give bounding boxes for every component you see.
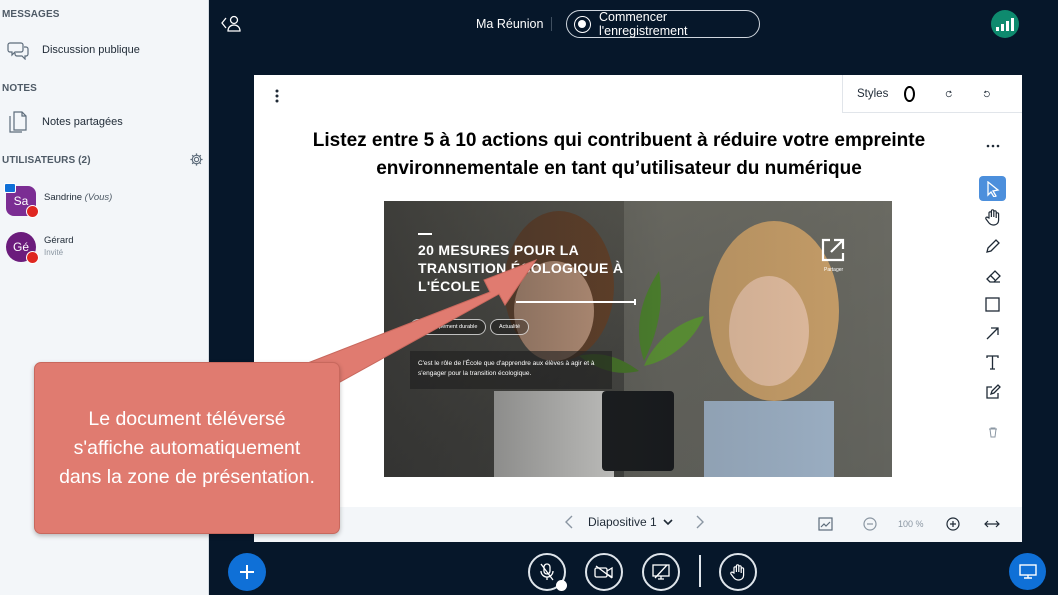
pan-tool[interactable] — [979, 205, 1006, 230]
gear-icon[interactable] — [189, 152, 204, 167]
record-icon — [574, 15, 591, 33]
presentation-icon — [1018, 563, 1037, 579]
rectangle-tool[interactable] — [979, 292, 1006, 317]
user-list-item[interactable]: Sa Sandrine (Vous) — [0, 183, 208, 221]
user-role: Invité — [44, 248, 64, 257]
presenter-icon — [4, 183, 16, 193]
undo-icon[interactable] — [983, 87, 991, 101]
pointer-icon — [986, 180, 999, 197]
divider — [699, 555, 701, 587]
decor-line — [516, 301, 636, 303]
pencil-icon — [986, 239, 1000, 253]
divider — [551, 17, 552, 31]
eraser-icon — [985, 269, 1001, 283]
plus-icon — [240, 565, 254, 579]
muted-mic-icon — [26, 251, 39, 264]
trash-icon[interactable] — [988, 427, 998, 438]
options-menu-icon[interactable] — [272, 87, 282, 105]
share-screen-button[interactable] — [642, 553, 680, 591]
record-label: Commencer l'enregistrement — [598, 10, 688, 38]
more-tools-icon[interactable] — [986, 144, 1000, 148]
tag-pill: Développement durable — [410, 319, 487, 335]
muted-mic-icon — [26, 205, 39, 218]
audio-options-icon[interactable] — [556, 580, 567, 591]
unmute-button[interactable] — [528, 553, 567, 591]
mic-muted-icon — [540, 563, 554, 581]
redo-icon[interactable] — [945, 87, 953, 101]
zoom-out-icon[interactable] — [863, 517, 877, 531]
start-recording-button[interactable]: Commencer l'enregistrement — [566, 10, 760, 38]
next-slide-icon[interactable] — [695, 515, 705, 529]
hand-icon — [984, 209, 999, 226]
pencil-tool[interactable] — [979, 234, 1006, 259]
notes-section-title: NOTES — [2, 83, 37, 94]
presentation-toggle-button[interactable] — [1009, 553, 1046, 590]
share-label: Partager — [824, 267, 844, 273]
shared-notes-label: Notes partagées — [42, 116, 123, 128]
user-name: Sandrine (Vous) — [44, 192, 113, 203]
slide-navigation: Diapositive 1 — [564, 515, 705, 529]
meeting-title: Ma Réunion — [476, 17, 544, 31]
share-webcam-button[interactable] — [585, 553, 623, 591]
arrow-icon — [986, 327, 999, 340]
fit-slide-icon[interactable] — [818, 517, 833, 531]
tag-pill: Actualité — [490, 319, 530, 335]
slide-image: 20 MESURES POUR LA TRANSITION ÉCOLOGIQUE… — [384, 201, 892, 477]
connection-status-icon[interactable] — [991, 10, 1019, 38]
image-description: C'est le rôle de l'École que d'apprendre… — [410, 351, 612, 389]
actions-button[interactable] — [228, 553, 266, 591]
hand-icon — [730, 563, 745, 581]
sidebar-item-shared-notes[interactable]: Notes partagées — [0, 104, 208, 140]
users-section-title: UTILISATEURS (2) — [2, 155, 91, 166]
user-list-toggle-icon[interactable] — [221, 14, 243, 32]
image-title: 20 MESURES POUR LA TRANSITION ÉCOLOGIQUE… — [418, 242, 624, 294]
fit-width-icon[interactable] — [984, 519, 1000, 529]
slide-select[interactable]: Diapositive 1 — [588, 515, 657, 529]
slide-title: Listez entre 5 à 10 actions qui contribu… — [312, 130, 926, 179]
user-list-item[interactable]: Gé Gérard Invité — [0, 229, 208, 267]
share-icon — [821, 238, 845, 262]
styles-button[interactable]: Styles — [857, 88, 888, 100]
sidebar-item-public-chat[interactable]: Discussion publique — [0, 32, 208, 68]
eraser-tool[interactable] — [979, 263, 1006, 288]
decor-line — [418, 233, 432, 235]
public-chat-label: Discussion publique — [42, 44, 140, 56]
note-tool[interactable] — [979, 379, 1006, 404]
raise-hand-button[interactable] — [719, 553, 757, 591]
note-edit-icon — [985, 383, 1001, 399]
screen-share-off-icon — [652, 564, 670, 580]
chevron-down-icon[interactable] — [663, 518, 673, 526]
user-name: Gérard — [44, 235, 74, 246]
presentation-area: Styles Listez entre 5 à 10 actions qui c… — [254, 75, 1022, 542]
whiteboard-tools — [972, 128, 1012, 438]
arrow-tool[interactable] — [979, 321, 1006, 346]
document-icon — [7, 111, 29, 133]
zoom-level: 100 % — [898, 519, 924, 529]
decor-line — [634, 299, 636, 305]
chat-bubbles-icon — [7, 39, 29, 61]
text-icon — [986, 355, 999, 370]
presentation-toolbar: Diapositive 1 100 % — [254, 507, 1022, 542]
text-tool[interactable] — [979, 350, 1006, 375]
zoom-in-icon[interactable] — [946, 517, 960, 531]
previous-slide-icon[interactable] — [564, 515, 574, 529]
stroke-color-icon[interactable] — [904, 85, 915, 102]
tutorial-callout: Le document téléversé s'affiche automati… — [34, 362, 340, 534]
camera-off-icon — [594, 565, 613, 579]
select-tool[interactable] — [979, 176, 1006, 201]
messages-section-title: MESSAGES — [2, 9, 60, 20]
whiteboard-styles-bar: Styles — [842, 75, 1022, 113]
rectangle-icon — [985, 297, 1000, 312]
